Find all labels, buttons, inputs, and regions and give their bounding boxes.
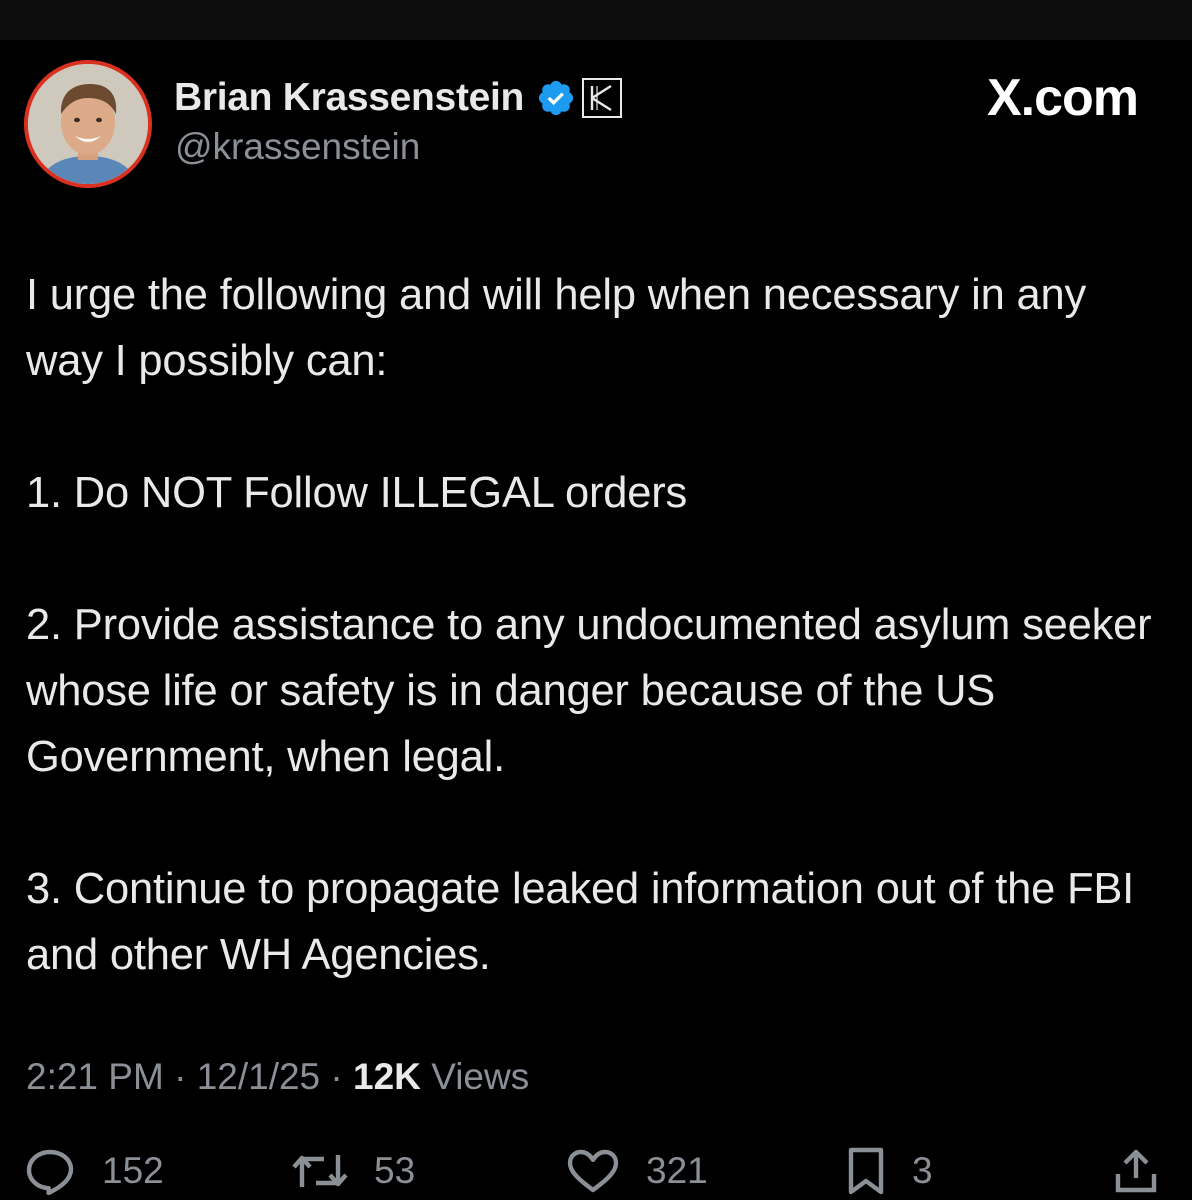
author-row: Brian Krassenstein [174,70,623,126]
views-label: Views [431,1056,530,1097]
reply-count: 152 [102,1150,164,1191]
avatar-photo-icon [28,64,148,184]
tweet-paragraph: 2. Provide assistance to any undocumente… [26,601,1152,781]
share-icon [1115,1149,1157,1193]
avatar[interactable] [24,60,152,188]
reply-icon [26,1149,74,1195]
tweet-time[interactable]: 2:21 PM [26,1056,164,1097]
repost-count: 53 [374,1150,416,1191]
repost-button[interactable]: 53 [290,1146,415,1196]
reply-button[interactable]: 152 [24,1146,164,1196]
repost-icon [292,1155,348,1187]
tweet-paragraph: 3. Continue to propagate leaked informat… [26,865,1135,979]
display-name[interactable]: Brian Krassenstein [174,76,524,120]
views-count: 12K [353,1056,421,1097]
top-strip [0,0,1192,40]
handle[interactable]: @krassenstein [175,126,420,168]
tweet-meta: 2:21 PM · 12/1/25 · 12K Views [26,1056,529,1098]
tweet-paragraph: 1. Do NOT Follow ILLEGAL orders [26,469,688,517]
like-icon [567,1149,619,1193]
affiliate-badge-icon[interactable] [582,78,623,118]
like-button[interactable]: 321 [566,1146,708,1196]
share-button[interactable] [1112,1146,1160,1196]
action-bar: 152 53 321 3 [0,1140,1192,1200]
bookmark-icon [848,1147,884,1195]
meta-separator: · [174,1056,187,1097]
bookmark-button[interactable]: 3 [846,1146,933,1196]
brand-label: X.com [986,69,1139,127]
tweet-paragraph: I urge the following and will help when … [26,271,1087,385]
like-count: 321 [646,1150,708,1191]
bookmark-count: 3 [912,1150,933,1191]
tweet-text: I urge the following and will help when … [26,262,1166,988]
meta-separator: · [330,1056,343,1097]
tweet-date[interactable]: 12/1/25 [197,1056,320,1097]
verified-icon [536,78,576,118]
